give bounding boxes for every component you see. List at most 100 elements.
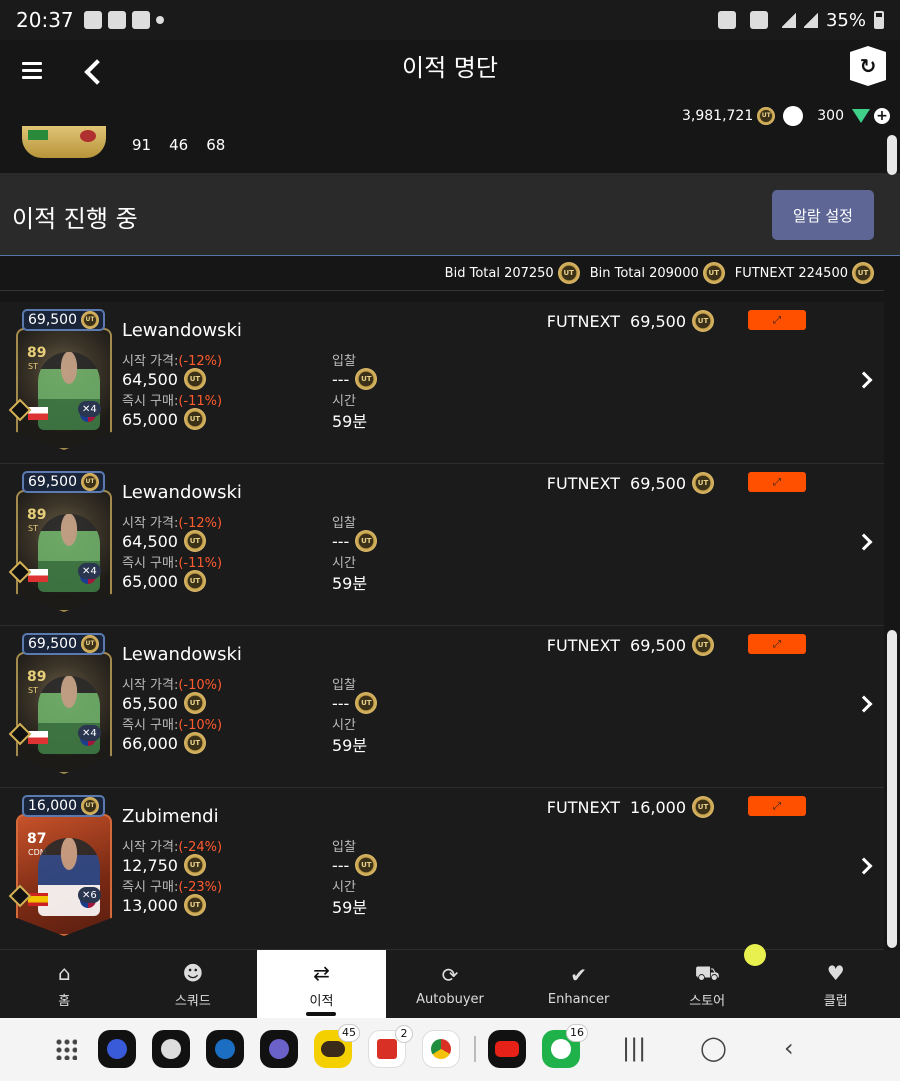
- line-app-icon[interactable]: 16: [542, 1024, 588, 1068]
- partial-player-card[interactable]: [22, 126, 106, 158]
- alert-settings-button[interactable]: 알람 설정: [772, 190, 874, 240]
- player-position: ST: [28, 686, 38, 695]
- market-price-badge: 16,000 UT: [22, 795, 105, 817]
- signal-icon-2: [803, 12, 818, 28]
- bid-label: 입찰: [332, 678, 356, 693]
- status-time: 20:37: [16, 8, 74, 32]
- nav-transfer[interactable]: ⇄ 이적: [257, 950, 386, 1018]
- gmail-app-icon[interactable]: 2: [368, 1025, 413, 1068]
- start-price-label: 시작 가격:(-24%): [122, 836, 222, 855]
- start-price: 65,500 UT: [122, 692, 206, 714]
- floating-dot[interactable]: [744, 944, 766, 966]
- time-label: 시간: [332, 880, 356, 895]
- outlook-app-icon[interactable]: [206, 1030, 244, 1068]
- mute-icon: [749, 11, 768, 29]
- user-icon[interactable]: [783, 106, 804, 126]
- start-price: 12,750 UT: [122, 854, 206, 876]
- nav-club[interactable]: ♥ 클럽: [771, 950, 900, 1018]
- nav-label: 홈: [58, 993, 71, 1009]
- coin-icon: UT: [702, 262, 725, 284]
- section-header: 이적 진행 중 알람 설정: [0, 173, 900, 256]
- buy-now-value: 65,000: [122, 409, 178, 429]
- nav-enhancer[interactable]: ✔ Enhancer: [514, 950, 643, 1018]
- recent-apps-button[interactable]: |||: [622, 1034, 646, 1062]
- partial-card-stats: 91 46 68: [132, 136, 225, 154]
- kakaotalk-app-icon[interactable]: 45: [314, 1024, 360, 1068]
- listing-row[interactable]: 69,500 UT 89 ST ✕ 4 Lewandowski 시작 가격:(-1…: [0, 302, 884, 464]
- messages-app-icon[interactable]: [152, 1030, 190, 1068]
- coin-icon: UT: [183, 692, 206, 714]
- nav-label: 클럽: [823, 993, 848, 1009]
- buy-now-percent: (-11%): [178, 556, 223, 571]
- chemistry-value: 6: [90, 889, 97, 901]
- nav-label: Enhancer: [547, 991, 610, 1007]
- coin-icon: UT: [81, 311, 99, 329]
- chevron-right-icon[interactable]: [855, 371, 873, 389]
- chrome-app-icon[interactable]: [422, 1030, 460, 1068]
- talk-notification-icon: [107, 11, 126, 29]
- relist-button[interactable]: ⤢: [748, 310, 806, 330]
- relist-button[interactable]: ⤢: [748, 796, 806, 816]
- line-badge: 16: [566, 1024, 588, 1042]
- app-drawer-icon[interactable]: [55, 1038, 77, 1060]
- page-title: 이적 명단: [402, 54, 498, 82]
- futnext-value: 69,500: [630, 635, 686, 655]
- add-points-button[interactable]: +: [874, 108, 890, 124]
- market-price: 69,500: [28, 636, 77, 652]
- time-label: 시간: [332, 394, 356, 409]
- coin-icon: UT: [183, 570, 206, 592]
- nav-home[interactable]: ⌂ 홈: [0, 950, 129, 1018]
- label-text: 시작 가격:: [122, 678, 179, 693]
- start-price-percent: (-12%): [178, 516, 223, 531]
- bottom-nav: ⌂ 홈 ☻ 스쿼드 ⇄ 이적 ⟳ Autobuyer ✔ Enhancer ⛟ 스토어 ♥ 클…: [0, 950, 900, 1018]
- phone-app-icon[interactable]: [98, 1030, 136, 1068]
- android-back-button[interactable]: ‹: [784, 1034, 794, 1062]
- relist-button[interactable]: ⤢: [748, 634, 806, 654]
- scrollbar-thumb-top[interactable]: [887, 135, 897, 175]
- check-icon: ✔: [570, 962, 587, 987]
- scrollbar-thumb[interactable]: [887, 630, 897, 948]
- chevron-right-icon[interactable]: [855, 533, 873, 551]
- listing-row[interactable]: 69,500 UT 89 ST ✕ 4 Lewandowski 시작 가격:(-1…: [0, 626, 884, 788]
- home-button[interactable]: ◯: [700, 1034, 727, 1062]
- youtube-app-icon[interactable]: [488, 1030, 526, 1068]
- futnext-label: FUTNEXT: [546, 635, 621, 655]
- player-card[interactable]: 89 ST: [16, 490, 112, 612]
- battery-percent: 35%: [825, 9, 866, 31]
- start-price-label: 시작 가격:(-12%): [122, 350, 222, 369]
- coin-icon: UT: [183, 894, 206, 916]
- teams-app-icon[interactable]: [260, 1030, 298, 1068]
- time-label: 시간: [332, 556, 356, 571]
- player-card[interactable]: 87 CDM: [16, 814, 112, 936]
- player-position: ST: [28, 362, 38, 371]
- relist-button[interactable]: ⤢: [748, 472, 806, 492]
- refresh-icon[interactable]: ↻: [850, 46, 886, 86]
- nav-squad[interactable]: ☻ 스쿼드: [129, 950, 258, 1018]
- player-card[interactable]: 89 ST: [16, 328, 112, 450]
- buy-now-percent: (-10%): [178, 718, 223, 733]
- buy-now-label: 즉시 구매:(-11%): [122, 552, 222, 571]
- chemistry-value: 4: [90, 565, 97, 577]
- buy-now-percent: (-23%): [178, 880, 223, 895]
- nav-autobuyer[interactable]: ⟳ Autobuyer: [386, 950, 515, 1018]
- player-card[interactable]: 89 ST: [16, 652, 112, 774]
- start-price: 64,500 UT: [122, 368, 206, 390]
- market-price-badge: 69,500 UT: [22, 309, 105, 331]
- start-price: 64,500 UT: [122, 530, 206, 552]
- chemistry-badge: ✕ 4: [78, 725, 101, 741]
- bid-value: ---: [332, 531, 350, 551]
- player-rating: 89: [27, 669, 47, 685]
- coin-icon: UT: [355, 854, 378, 876]
- listing-row[interactable]: 16,000 UT 87 CDM ✕ 6 Zubimendi 시작 가격:(-24…: [0, 788, 884, 950]
- start-price-label: 시작 가격:(-12%): [122, 512, 222, 531]
- futnext-label: FUTNEXT: [546, 797, 621, 817]
- time-remaining: 59분: [332, 412, 368, 431]
- section-title: 이적 진행 중: [12, 205, 138, 233]
- futnext-price: FUTNEXT 16,000 UT: [547, 796, 714, 818]
- nav-label: 이적: [309, 993, 334, 1009]
- home-icon: ⌂: [57, 960, 71, 985]
- chevron-right-icon[interactable]: [855, 695, 873, 713]
- chevron-right-icon[interactable]: [855, 857, 873, 875]
- listing-row[interactable]: 69,500 UT 89 ST ✕ 4 Lewandowski 시작 가격:(-1…: [0, 464, 884, 626]
- dock-separator: [474, 1036, 476, 1062]
